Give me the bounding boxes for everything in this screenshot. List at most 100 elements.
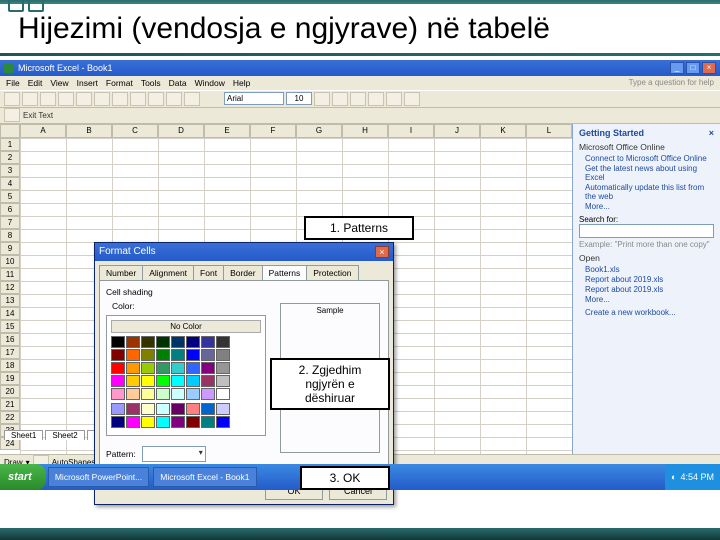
col-header-C[interactable]: C	[112, 124, 158, 138]
no-color-button[interactable]: No Color	[111, 320, 261, 333]
row-header-11[interactable]: 11	[0, 268, 20, 281]
color-swatch[interactable]	[201, 416, 215, 428]
color-swatch[interactable]	[126, 375, 140, 387]
row-header-19[interactable]: 19	[0, 372, 20, 385]
color-swatch[interactable]	[171, 416, 185, 428]
color-swatch[interactable]	[126, 388, 140, 400]
row-header-1[interactable]: 1	[0, 138, 20, 151]
color-swatch[interactable]	[186, 403, 200, 415]
row-header-8[interactable]: 8	[0, 229, 20, 242]
minimize-button[interactable]: _	[670, 62, 684, 74]
color-swatch[interactable]	[171, 349, 185, 361]
row-header-10[interactable]: 10	[0, 255, 20, 268]
save-icon[interactable]	[40, 92, 56, 106]
tab-alignment[interactable]: Alignment	[142, 265, 194, 280]
tab-protection[interactable]: Protection	[306, 265, 358, 280]
col-header-G[interactable]: G	[296, 124, 342, 138]
taskpane-recent-link[interactable]: Report about 2019.xls	[585, 285, 714, 294]
col-header-H[interactable]: H	[342, 124, 388, 138]
row-header-7[interactable]: 7	[0, 216, 20, 229]
color-swatch[interactable]	[216, 349, 230, 361]
color-swatch[interactable]	[156, 403, 170, 415]
color-swatch[interactable]	[186, 349, 200, 361]
align-center-icon[interactable]	[386, 92, 402, 106]
color-swatch[interactable]	[111, 403, 125, 415]
align-left-icon[interactable]	[368, 92, 384, 106]
font-size-field[interactable]: 10	[286, 92, 312, 105]
spell-icon[interactable]	[94, 92, 110, 106]
color-swatch[interactable]	[126, 403, 140, 415]
color-swatch[interactable]	[216, 362, 230, 374]
select-all-corner[interactable]	[0, 124, 20, 138]
color-swatch[interactable]	[111, 349, 125, 361]
row-header-15[interactable]: 15	[0, 320, 20, 333]
tab-border[interactable]: Border	[223, 265, 263, 280]
color-swatch[interactable]	[216, 403, 230, 415]
color-swatch[interactable]	[111, 416, 125, 428]
color-swatch[interactable]	[141, 388, 155, 400]
row-header-9[interactable]: 9	[0, 242, 20, 255]
cut-icon[interactable]	[112, 92, 128, 106]
color-swatch[interactable]	[201, 362, 215, 374]
help-search-box[interactable]: Type a question for help	[629, 78, 714, 87]
color-swatch[interactable]	[156, 416, 170, 428]
redo-icon[interactable]	[184, 92, 200, 106]
color-swatch[interactable]	[126, 416, 140, 428]
menu-format[interactable]: Format	[106, 78, 133, 88]
row-header-22[interactable]: 22	[0, 411, 20, 424]
color-swatch[interactable]	[171, 336, 185, 348]
color-swatch[interactable]	[141, 403, 155, 415]
menu-tools[interactable]: Tools	[141, 78, 161, 88]
color-swatch[interactable]	[141, 375, 155, 387]
color-swatch[interactable]	[141, 362, 155, 374]
taskpane-more-link[interactable]: More...	[585, 202, 714, 211]
color-swatch[interactable]	[201, 336, 215, 348]
color-swatch[interactable]	[171, 362, 185, 374]
taskpane-link[interactable]: Get the latest news about using Excel	[585, 164, 714, 182]
menu-view[interactable]: View	[50, 78, 68, 88]
copy-icon[interactable]	[130, 92, 146, 106]
color-swatch[interactable]	[156, 336, 170, 348]
color-swatch[interactable]	[156, 349, 170, 361]
menu-data[interactable]: Data	[169, 78, 187, 88]
color-swatch[interactable]	[156, 362, 170, 374]
pattern-dropdown[interactable]	[142, 446, 206, 462]
row-header-3[interactable]: 3	[0, 164, 20, 177]
color-swatch[interactable]	[186, 388, 200, 400]
color-swatch[interactable]	[141, 416, 155, 428]
taskpane-recent-link[interactable]: More...	[585, 295, 714, 304]
col-header-D[interactable]: D	[158, 124, 204, 138]
bold-icon[interactable]	[314, 92, 330, 106]
color-swatch[interactable]	[126, 362, 140, 374]
tab-patterns[interactable]: Patterns	[262, 265, 308, 280]
dialog-titlebar[interactable]: Format Cells ×	[95, 243, 393, 261]
row-header-12[interactable]: 12	[0, 281, 20, 294]
print-icon[interactable]	[58, 92, 74, 106]
col-header-L[interactable]: L	[526, 124, 572, 138]
row-header-2[interactable]: 2	[0, 151, 20, 164]
row-header-17[interactable]: 17	[0, 346, 20, 359]
color-swatch[interactable]	[201, 349, 215, 361]
color-swatch[interactable]	[216, 416, 230, 428]
row-header-4[interactable]: 4	[0, 177, 20, 190]
menu-file[interactable]: File	[6, 78, 20, 88]
taskpane-link[interactable]: Automatically update this list from the …	[585, 183, 714, 201]
color-swatch[interactable]	[186, 416, 200, 428]
dialog-close-icon[interactable]: ×	[375, 246, 389, 258]
color-swatch[interactable]	[216, 388, 230, 400]
tray-icon[interactable]: ◐	[671, 472, 676, 482]
color-swatch[interactable]	[156, 388, 170, 400]
sheet-tab-2[interactable]: Sheet2	[45, 430, 84, 440]
open-icon[interactable]	[22, 92, 38, 106]
col-header-E[interactable]: E	[204, 124, 250, 138]
color-swatch[interactable]	[126, 336, 140, 348]
taskpane-recent-link[interactable]: Book1.xls	[585, 265, 714, 274]
color-swatch[interactable]	[201, 375, 215, 387]
sheet-tab-1[interactable]: Sheet1	[4, 430, 43, 440]
paste-icon[interactable]	[148, 92, 164, 106]
toolbar-icon[interactable]	[4, 108, 20, 122]
color-swatch[interactable]	[111, 375, 125, 387]
taskpane-link[interactable]: Connect to Microsoft Office Online	[585, 154, 714, 163]
row-header-5[interactable]: 5	[0, 190, 20, 203]
menu-window[interactable]: Window	[195, 78, 225, 88]
